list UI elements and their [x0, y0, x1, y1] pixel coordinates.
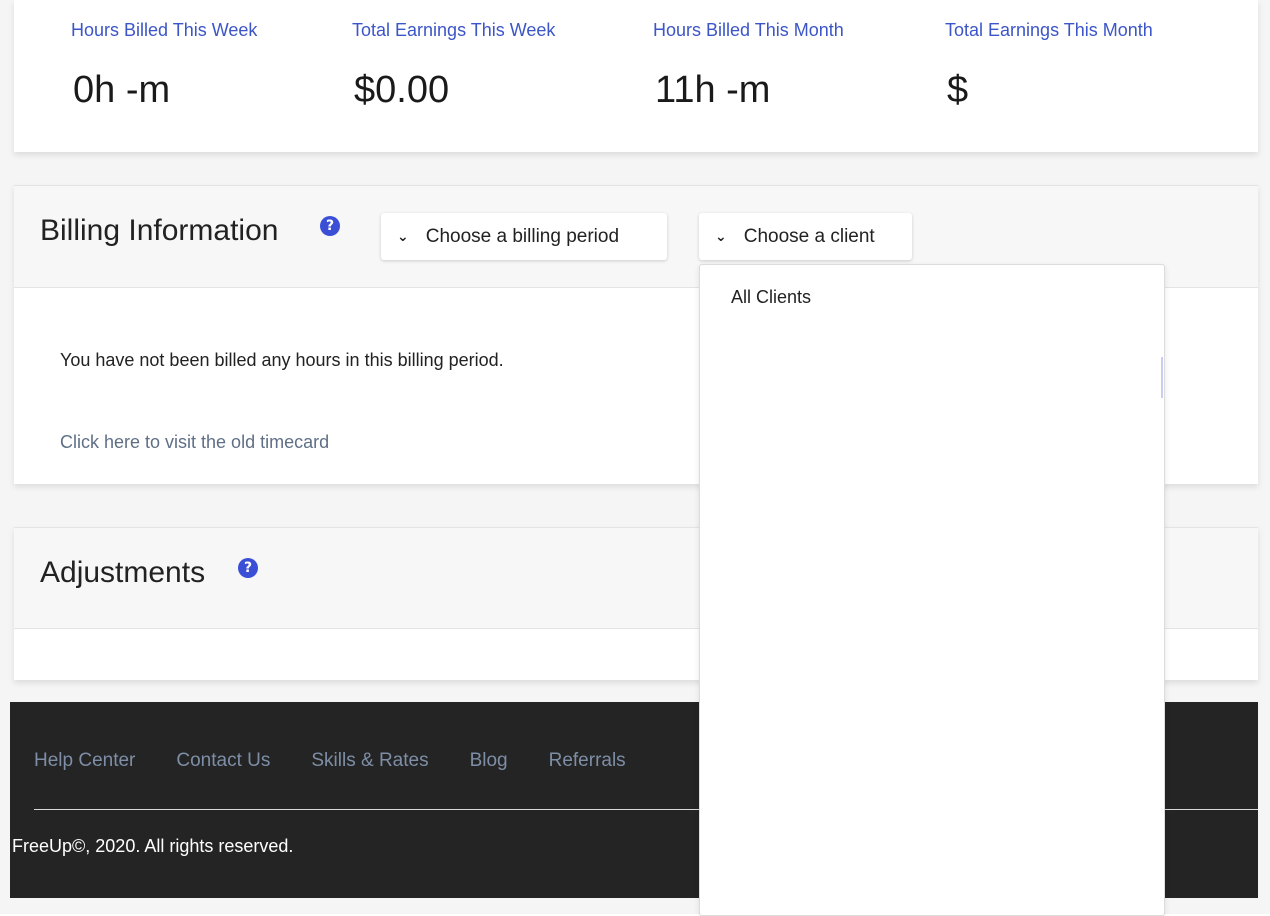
billing-period-dropdown[interactable]: ⌄ Choose a billing period	[381, 213, 667, 260]
no-hours-message: You have not been billed any hours in th…	[60, 350, 504, 370]
adjustments-title: Adjustments	[40, 556, 206, 589]
client-dropdown[interactable]: ⌄ Choose a client	[699, 213, 912, 260]
stat-label: Hours Billed This Week	[71, 20, 258, 40]
billing-information-title: Billing Information	[40, 214, 279, 247]
stat-label: Hours Billed This Month	[653, 20, 844, 40]
question-circle-icon[interactable]: ?	[238, 558, 258, 578]
stat-value: 0h -m	[73, 69, 171, 111]
stat-hours-month: Hours Billed This Month 11h -m	[653, 20, 844, 112]
menu-focus-edge	[1161, 357, 1163, 398]
stat-label: Total Earnings This Week	[352, 20, 556, 40]
earnings-summary-card: Hours Billed This Week 0h -m Total Earni…	[14, 0, 1258, 152]
stat-label: Total Earnings This Month	[945, 20, 1153, 40]
chevron-down-icon: ⌄	[397, 228, 409, 245]
stat-earnings-month: Total Earnings This Month $	[945, 20, 1153, 112]
footer-nav: Help Center Contact Us Skills & Rates Bl…	[34, 750, 667, 772]
footer-link-help-center[interactable]: Help Center	[34, 750, 135, 772]
question-circle-icon[interactable]: ?	[320, 216, 340, 236]
stat-value: $0.00	[354, 69, 450, 111]
stat-hours-week: Hours Billed This Week 0h -m	[71, 20, 257, 112]
stat-value: $	[947, 69, 969, 111]
stat-value: 11h -m	[655, 69, 771, 111]
client-option-all-clients[interactable]: All Clients	[731, 287, 811, 308]
client-dropdown-label: Choose a client	[743, 225, 875, 247]
footer-link-referrals[interactable]: Referrals	[549, 750, 626, 772]
footer-link-skills-rates[interactable]: Skills & Rates	[311, 750, 428, 772]
copyright-text: FreeUp©, 2020. All rights reserved.	[12, 836, 294, 856]
old-timecard-link[interactable]: Click here to visit the old timecard	[60, 432, 329, 453]
chevron-down-icon: ⌄	[715, 228, 727, 245]
client-dropdown-menu: All Clients	[699, 264, 1165, 916]
stat-earnings-week: Total Earnings This Week $0.00	[352, 20, 555, 112]
billing-period-label: Choose a billing period	[425, 225, 620, 247]
footer-link-contact-us[interactable]: Contact Us	[176, 750, 270, 772]
footer-link-blog[interactable]: Blog	[470, 750, 508, 772]
